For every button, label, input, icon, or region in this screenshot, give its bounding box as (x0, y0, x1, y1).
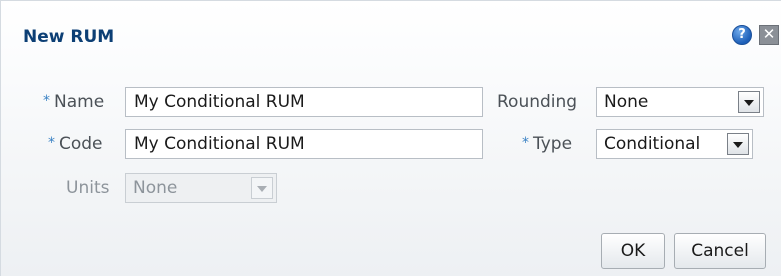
ok-button[interactable]: OK (601, 233, 665, 269)
type-value: Conditional (604, 134, 701, 154)
chevron-down-icon[interactable] (738, 91, 760, 113)
units-label: Units (66, 178, 110, 198)
rounding-select[interactable]: None (596, 87, 764, 117)
chevron-down-icon[interactable] (727, 133, 749, 155)
name-field[interactable] (125, 87, 483, 117)
units-value: None (133, 178, 178, 198)
new-rum-dialog: New RUM ? ✕ *Name *Code Units None Round… (0, 0, 781, 276)
rounding-value: None (604, 92, 649, 112)
required-marker: * (43, 93, 50, 109)
type-label: * Type (522, 134, 573, 154)
close-icon[interactable]: ✕ (759, 25, 779, 45)
type-select[interactable]: Conditional (596, 129, 753, 159)
cancel-button[interactable]: Cancel (674, 233, 766, 269)
help-icon[interactable]: ? (732, 25, 752, 45)
chevron-down-icon (251, 177, 273, 199)
code-label: * Code (48, 134, 103, 154)
dialog-title: New RUM (23, 27, 115, 47)
required-marker: * (522, 135, 529, 151)
name-label: * Name (43, 92, 105, 112)
units-select: None (125, 173, 277, 203)
required-marker: * (48, 135, 55, 151)
code-field[interactable] (125, 129, 483, 159)
rounding-label: Rounding (497, 92, 578, 112)
